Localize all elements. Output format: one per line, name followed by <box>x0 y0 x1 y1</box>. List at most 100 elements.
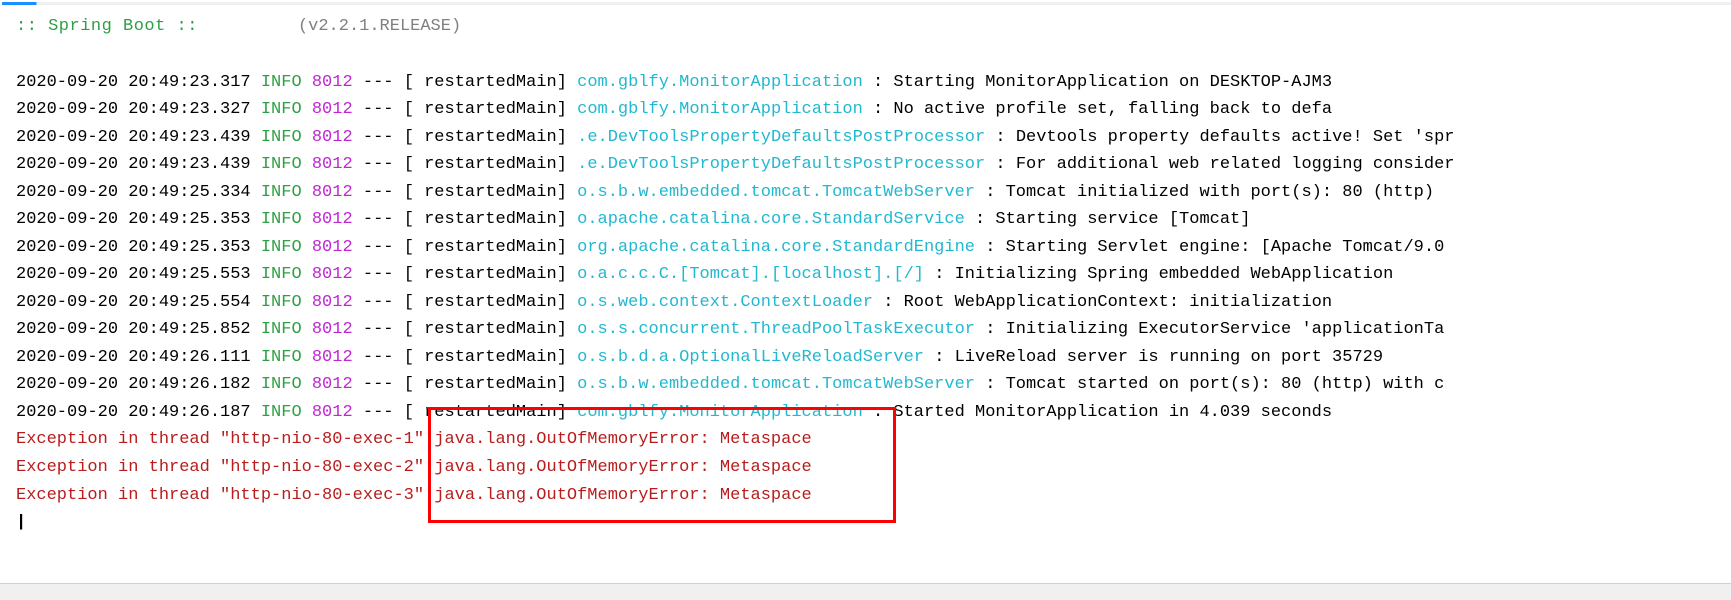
separator-dashes: --- <box>363 128 394 147</box>
colon-separator: : <box>873 100 883 119</box>
colon-separator: : <box>934 348 944 367</box>
thread: [ restartedMain] <box>404 128 567 147</box>
colon-separator: : <box>985 320 995 339</box>
message: Tomcat initialized with port(s): 80 (htt… <box>1006 183 1434 202</box>
timestamp: 2020-09-20 20:49:25.353 <box>16 238 251 257</box>
separator-dashes: --- <box>363 293 394 312</box>
log-line: 2020-09-20 20:49:23.439 INFO 8012 --- [ … <box>16 151 1717 179</box>
message: Starting Servlet engine: [Apache Tomcat/… <box>1006 238 1445 257</box>
thread: [ restartedMain] <box>404 265 567 284</box>
pid: 8012 <box>312 73 353 92</box>
colon-separator: : <box>934 265 944 284</box>
log-line: 2020-09-20 20:49:23.439 INFO 8012 --- [ … <box>16 124 1717 152</box>
log-level: INFO <box>261 100 302 119</box>
colon-separator: : <box>975 210 985 229</box>
pid: 8012 <box>312 100 353 119</box>
pid: 8012 <box>312 375 353 394</box>
logger: .e.DevToolsPropertyDefaultsPostProcessor <box>577 155 985 174</box>
message: Root WebApplicationContext: initializati… <box>904 293 1332 312</box>
log-line: 2020-09-20 20:49:25.852 INFO 8012 --- [ … <box>16 316 1717 344</box>
log-level: INFO <box>261 128 302 147</box>
separator-dashes: --- <box>363 73 394 92</box>
pid: 8012 <box>312 128 353 147</box>
pid: 8012 <box>312 320 353 339</box>
log-level: INFO <box>261 293 302 312</box>
pid: 8012 <box>312 348 353 367</box>
log-level: INFO <box>261 73 302 92</box>
separator-dashes: --- <box>363 320 394 339</box>
logger: com.gblfy.MonitorApplication <box>577 100 873 119</box>
message: Devtools property defaults active! Set '… <box>1016 128 1455 147</box>
error-line: Exception in thread "http-nio-80-exec-3"… <box>16 482 1717 510</box>
colon-separator: : <box>995 128 1005 147</box>
log-level: INFO <box>261 155 302 174</box>
colon-separator: : <box>985 375 995 394</box>
spring-boot-banner: :: Spring Boot ::(v2.2.1.RELEASE) <box>16 13 1717 41</box>
separator-dashes: --- <box>363 375 394 394</box>
console-output[interactable]: :: Spring Boot ::(v2.2.1.RELEASE) 2020-0… <box>2 5 1731 545</box>
timestamp: 2020-09-20 20:49:23.439 <box>16 128 251 147</box>
thread: [ restartedMain] <box>404 210 567 229</box>
separator-dashes: --- <box>363 155 394 174</box>
message: Initializing ExecutorService 'applicatio… <box>1006 320 1445 339</box>
log-line: 2020-09-20 20:49:26.182 INFO 8012 --- [ … <box>16 371 1717 399</box>
thread: [ restartedMain] <box>404 100 567 119</box>
log-line: 2020-09-20 20:49:25.353 INFO 8012 --- [ … <box>16 234 1717 262</box>
separator-dashes: --- <box>363 210 394 229</box>
banner-version: (v2.2.1.RELEASE) <box>298 17 461 36</box>
log-level: INFO <box>261 210 302 229</box>
message: Tomcat started on port(s): 80 (http) wit… <box>1006 375 1445 394</box>
colon-separator: : <box>873 73 883 92</box>
log-level: INFO <box>261 238 302 257</box>
pid: 8012 <box>312 183 353 202</box>
thread: [ restartedMain] <box>404 375 567 394</box>
logger: o.s.b.w.embedded.tomcat.TomcatWebServer <box>577 375 985 394</box>
colon-separator: : <box>873 403 883 422</box>
timestamp: 2020-09-20 20:49:23.317 <box>16 73 251 92</box>
separator-dashes: --- <box>363 100 394 119</box>
timestamp: 2020-09-20 20:49:26.182 <box>16 375 251 394</box>
log-level: INFO <box>261 265 302 284</box>
timestamp: 2020-09-20 20:49:23.439 <box>16 155 251 174</box>
pid: 8012 <box>312 265 353 284</box>
message: No active profile set, falling back to d… <box>893 100 1332 119</box>
timestamp: 2020-09-20 20:49:25.353 <box>16 210 251 229</box>
horizontal-scrollbar[interactable] <box>0 583 1731 600</box>
log-level: INFO <box>261 403 302 422</box>
pid: 8012 <box>312 293 353 312</box>
logger: com.gblfy.MonitorApplication <box>577 73 873 92</box>
log-line: 2020-09-20 20:49:25.334 INFO 8012 --- [ … <box>16 179 1717 207</box>
colon-separator: : <box>883 293 893 312</box>
message: LiveReload server is running on port 357… <box>955 348 1383 367</box>
log-level: INFO <box>261 375 302 394</box>
message: Starting MonitorApplication on DESKTOP-A… <box>893 73 1332 92</box>
timestamp: 2020-09-20 20:49:26.111 <box>16 348 251 367</box>
error-line: Exception in thread "http-nio-80-exec-1"… <box>16 426 1717 454</box>
timestamp: 2020-09-20 20:49:25.852 <box>16 320 251 339</box>
message: For additional web related logging consi… <box>1016 155 1455 174</box>
pid: 8012 <box>312 238 353 257</box>
thread: [ restartedMain] <box>404 348 567 367</box>
thread: [ restartedMain] <box>404 183 567 202</box>
log-level: INFO <box>261 348 302 367</box>
banner-spring: :: Spring Boot :: <box>16 17 198 36</box>
logger: o.s.web.context.ContextLoader <box>577 293 883 312</box>
log-level: INFO <box>261 320 302 339</box>
log-line: 2020-09-20 20:49:23.317 INFO 8012 --- [ … <box>16 69 1717 97</box>
logger: com.gblfy.MonitorApplication <box>577 403 873 422</box>
error-line: Exception in thread "http-nio-80-exec-2"… <box>16 454 1717 482</box>
logger: o.s.s.concurrent.ThreadPoolTaskExecutor <box>577 320 985 339</box>
message: Starting service [Tomcat] <box>995 210 1250 229</box>
log-line: 2020-09-20 20:49:25.353 INFO 8012 --- [ … <box>16 206 1717 234</box>
log-line: 2020-09-20 20:49:26.187 INFO 8012 --- [ … <box>16 399 1717 427</box>
message: Started MonitorApplication in 4.039 seco… <box>893 403 1332 422</box>
thread: [ restartedMain] <box>404 320 567 339</box>
logger: o.s.b.d.a.OptionalLiveReloadServer <box>577 348 934 367</box>
separator-dashes: --- <box>363 348 394 367</box>
timestamp: 2020-09-20 20:49:25.553 <box>16 265 251 284</box>
timestamp: 2020-09-20 20:49:25.554 <box>16 293 251 312</box>
logger: .e.DevToolsPropertyDefaultsPostProcessor <box>577 128 985 147</box>
message: Initializing Spring embedded WebApplicat… <box>955 265 1394 284</box>
log-level: INFO <box>261 183 302 202</box>
colon-separator: : <box>985 183 995 202</box>
